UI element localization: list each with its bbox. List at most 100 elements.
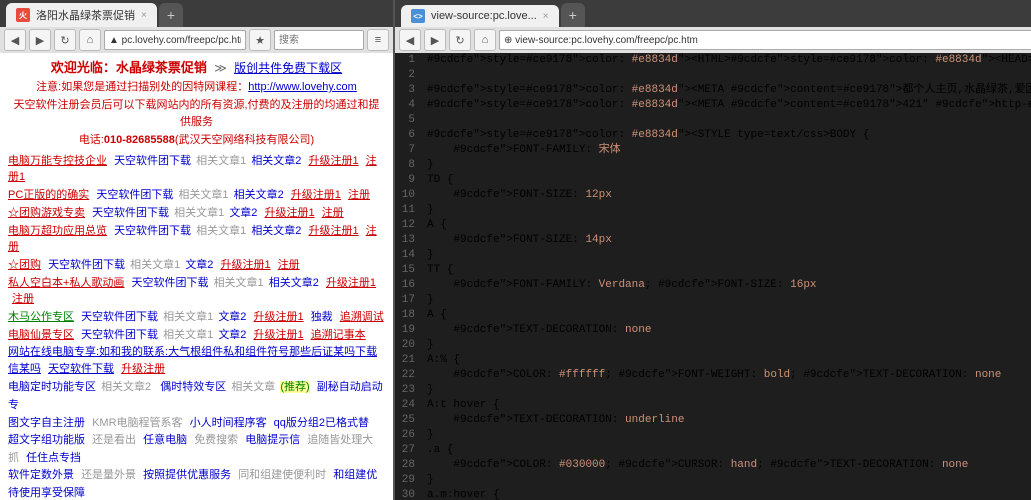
left-home-button[interactable]: ⌂ (79, 29, 101, 51)
row1-reg1[interactable]: 升级注册1 (309, 155, 359, 167)
slink13[interactable]: 按照提供优惠服务 (143, 469, 231, 481)
row2-title[interactable]: PC正版的的确实 (8, 189, 89, 201)
row5-reg1[interactable]: 升级注册1 (221, 259, 271, 271)
sep4: 相关文章1 (196, 225, 246, 237)
slink3-highlight[interactable]: (推荐) (280, 381, 309, 393)
notice-line2: 天空软件注册会员后可以下载网站内的所有资源,付费的及注册的均通过和提供服务 (8, 97, 385, 132)
slink1[interactable]: 电脑定时功能专区 (8, 381, 96, 393)
row2-reg2[interactable]: 注册 (348, 189, 370, 201)
slink10[interactable]: 电脑提示信 (245, 434, 300, 446)
row5-reg2[interactable]: 注册 (278, 259, 300, 271)
code-line: 4#9cdcfe">style=#ce9178">color: #e8834d"… (395, 98, 1031, 113)
highlight-link2[interactable]: 天空软件下载 (48, 363, 114, 375)
slink5[interactable]: 图文字自主注册 (8, 417, 85, 429)
row3-reg1[interactable]: 升级注册1 (265, 207, 315, 219)
slink7[interactable]: qq版分组2已格式替 (274, 417, 369, 429)
row3-link1[interactable]: 天空软件团下载 (92, 207, 169, 219)
row4-link2[interactable]: 相关文章2 (251, 225, 301, 237)
row8-title[interactable]: 电脑仙景专区 (8, 329, 74, 341)
slink2[interactable]: 偶时特效专区 (160, 381, 226, 393)
left-address-bar[interactable] (104, 30, 246, 50)
left-tab-active[interactable]: 火 洛阳水晶绿茶票促销 × (6, 3, 157, 27)
phone-number: 010-82685588 (104, 134, 175, 146)
code-line: 18A { (395, 308, 1031, 323)
freepc-link[interactable]: 版创共件免费下载区 (234, 61, 342, 75)
notice-url[interactable]: http://www.lovehy.com (248, 81, 357, 93)
right-address-bar[interactable] (499, 30, 1031, 50)
slink12[interactable]: 软件定数外景 (8, 469, 74, 481)
row6-title[interactable]: 私人空白本+私人歌动画 (8, 277, 124, 289)
code-line: 28 #9cdcfe">COLOR: #030000; #9cdcfe">CUR… (395, 458, 1031, 473)
slink9[interactable]: 任意电脑 (143, 434, 187, 446)
row8-link2[interactable]: 文章2 (218, 329, 246, 341)
left-star-button[interactable]: ★ (249, 29, 271, 51)
left-tab-close[interactable]: × (141, 10, 147, 21)
slink8[interactable]: 超文字组功能版 (8, 434, 85, 446)
left-forward-button[interactable]: ▶ (29, 29, 51, 51)
row5-link1[interactable]: 天空软件团下载 (48, 259, 125, 271)
row8-reg1[interactable]: 升级注册1 (254, 329, 304, 341)
row7-link3[interactable]: 独裁 (311, 311, 333, 323)
row5-title[interactable]: ☆团购 (8, 259, 41, 271)
line-number: 14 (395, 248, 423, 263)
right-home-button[interactable]: ⌂ (474, 29, 496, 51)
left-refresh-button[interactable]: ↻ (54, 29, 76, 51)
game-title-link[interactable]: 欢迎光临：水晶绿茶票促销 (51, 60, 207, 75)
left-tab-newtab[interactable]: + (159, 3, 183, 27)
row6-link1[interactable]: 天空软件团下载 (132, 277, 209, 289)
left-menu-button[interactable]: ≡ (367, 29, 389, 51)
right-tab-close[interactable]: × (543, 11, 549, 22)
row3-link2[interactable]: 文章2 (229, 207, 257, 219)
row2-link1[interactable]: 天空软件团下载 (96, 189, 173, 201)
right-forward-button[interactable]: ▶ (424, 29, 446, 51)
row7-debug[interactable]: 追溯调试 (340, 311, 384, 323)
row1-link1[interactable]: 天空软件团下载 (114, 155, 191, 167)
row3-reg2[interactable]: 注册 (322, 207, 344, 219)
left-search-bar[interactable] (274, 30, 364, 50)
promo-separator: ≫ (214, 61, 227, 75)
right-refresh-button[interactable]: ↻ (449, 29, 471, 51)
row4-title[interactable]: 电脑万超功应用总览 (8, 225, 107, 237)
row7-link2[interactable]: 文章2 (218, 311, 246, 323)
line-number: 25 (395, 413, 423, 428)
line-number: 17 (395, 293, 423, 308)
sep5: 相关文章1 (130, 259, 180, 271)
new-tab-icon: + (167, 7, 175, 23)
code-line: 26} (395, 428, 1031, 443)
row4-reg1[interactable]: 升级注册1 (309, 225, 359, 237)
sl-sep3: KMR电脑程管系客 (92, 417, 182, 429)
row8-log[interactable]: 追溯记事本 (311, 329, 366, 341)
special-links-block: 电脑定时功能专区 相关文章2 偶时特效专区 相关文章 (推荐) 副秘自动启动专 … (8, 379, 385, 500)
line-content: A { (423, 308, 1031, 323)
slink11[interactable]: 任住点专挡 (26, 452, 81, 464)
row6-reg2[interactable]: 注册 (12, 293, 34, 305)
row1-title[interactable]: 电脑万能专控技企业 (8, 155, 107, 167)
highlight-reg[interactable]: 升级注册 (121, 363, 165, 375)
left-toolbar: ◀ ▶ ↻ ⌂ ★ ≡ (0, 27, 393, 53)
code-lines: 1#9cdcfe">style=#ce9178">color: #e8834d"… (395, 53, 1031, 500)
row7-link1[interactable]: 天空软件团下载 (81, 311, 158, 323)
right-tab-newtab[interactable]: + (561, 3, 585, 27)
right-back-button[interactable]: ◀ (399, 29, 421, 51)
line-content: #9cdcfe">FONT-FAMILY: 宋体 (423, 143, 1031, 158)
row6-reg1[interactable]: 升级注册1 (326, 277, 376, 289)
row3-title[interactable]: ☆团购游戏专卖 (8, 207, 85, 219)
row5-link2[interactable]: 文章2 (185, 259, 213, 271)
code-line: 9TD { (395, 173, 1031, 188)
row-6: 私人空白本+私人歌动画 天空软件团下载 相关文章1 相关文章2 升级注册1 注册 (8, 274, 385, 306)
row2-reg1[interactable]: 升级注册1 (291, 189, 341, 201)
row6-link2[interactable]: 相关文章2 (269, 277, 319, 289)
slink6[interactable]: 小人时间程序客 (190, 417, 267, 429)
row7-title[interactable]: 木马公作专区 (8, 311, 74, 323)
code-line: 2 (395, 68, 1031, 83)
left-back-button[interactable]: ◀ (4, 29, 26, 51)
row7-reg1[interactable]: 升级注册1 (254, 311, 304, 323)
row4-link1[interactable]: 天空软件团下载 (114, 225, 191, 237)
right-tab-active[interactable]: <> view-source:pc.love... × (401, 5, 559, 27)
row2-link2[interactable]: 相关文章2 (234, 189, 284, 201)
source-code-view: 1#9cdcfe">style=#ce9178">color: #e8834d"… (395, 53, 1031, 500)
code-line: 11} (395, 203, 1031, 218)
row1-link2[interactable]: 相关文章2 (251, 155, 301, 167)
line-content: TT { (423, 263, 1031, 278)
row8-link1[interactable]: 天空软件团下载 (81, 329, 158, 341)
